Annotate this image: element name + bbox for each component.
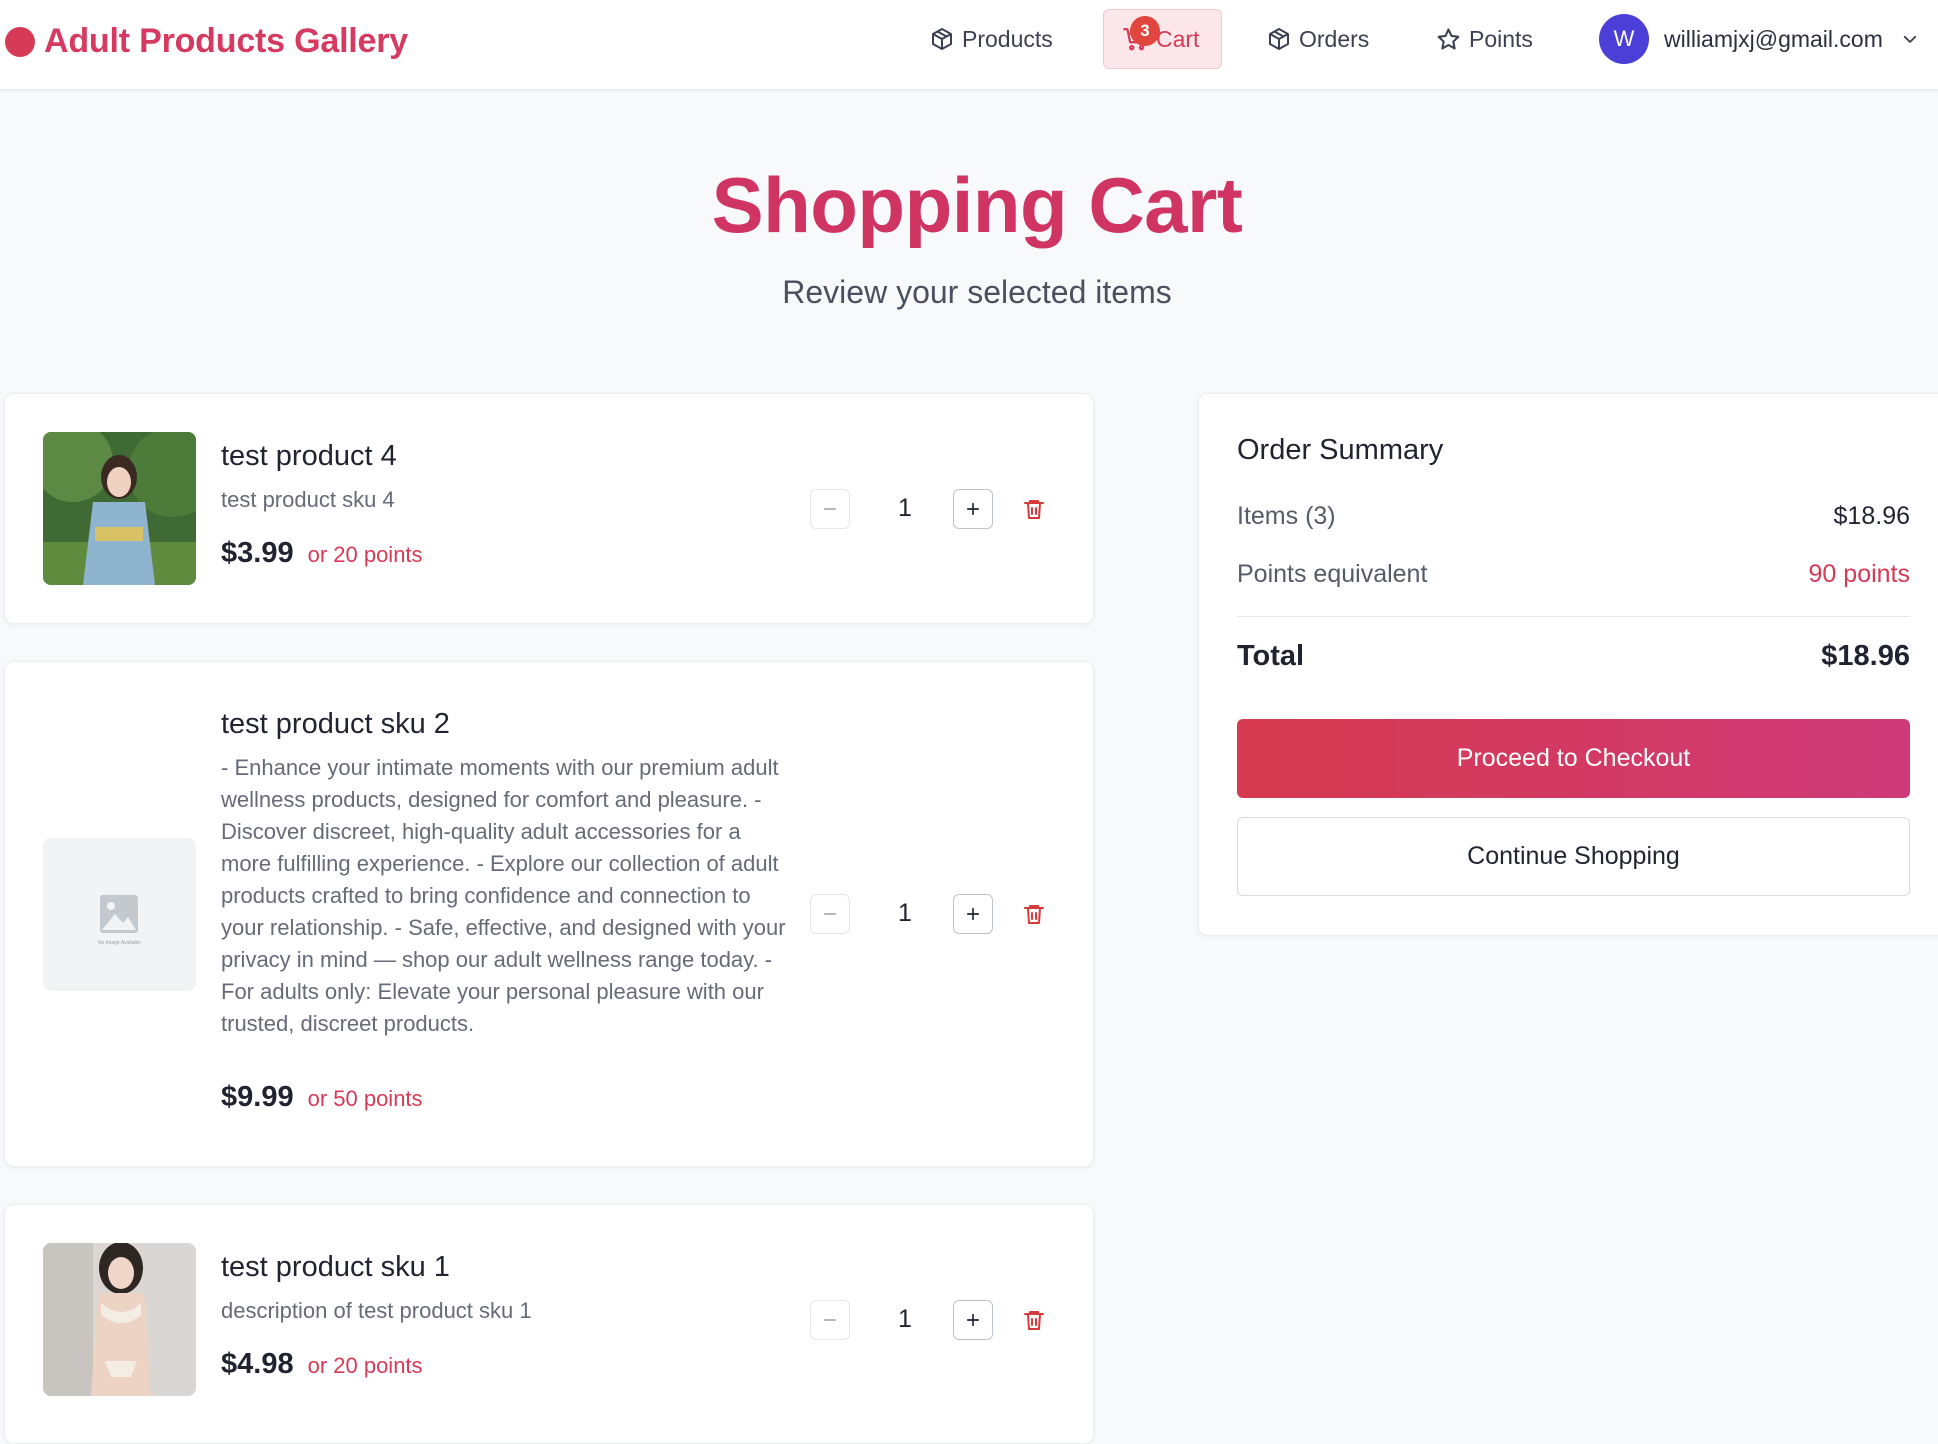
- total-value: $18.96: [1821, 640, 1910, 672]
- minus-icon: [824, 1319, 836, 1321]
- cart-count-badge: 3: [1130, 16, 1160, 46]
- cart-item: test product 4 test product sku 4 $3.99 …: [4, 393, 1094, 624]
- quantity-value: 1: [898, 494, 912, 522]
- remove-item-button[interactable]: [1017, 897, 1051, 931]
- summary-total-row: Total $18.96: [1237, 640, 1910, 673]
- product-description: - Enhance your intimate moments with our…: [221, 755, 786, 1036]
- price-value: $4.98: [221, 1348, 294, 1380]
- page-subtitle: Review your selected items: [782, 274, 1172, 310]
- nav-cart[interactable]: Cart 3: [1103, 9, 1222, 69]
- increase-quantity-button[interactable]: [953, 1300, 993, 1340]
- nav-points-label: Points: [1469, 25, 1533, 52]
- nav-products[interactable]: Products: [930, 9, 1053, 69]
- product-description: description of test product sku 1: [221, 1298, 532, 1323]
- price-points: or 20 points: [307, 1353, 423, 1378]
- page-title: Shopping Cart: [711, 161, 1243, 249]
- price-value: $3.99: [221, 537, 294, 569]
- price-value: $9.99: [221, 1081, 294, 1113]
- product-image[interactable]: [43, 1243, 196, 1396]
- package-icon: [1269, 28, 1289, 50]
- trash-icon: [1024, 1311, 1044, 1330]
- proceed-to-checkout-button[interactable]: Proceed to Checkout: [1237, 719, 1910, 798]
- increase-quantity-button[interactable]: [953, 894, 993, 934]
- brand[interactable]: Adult Products Gallery: [5, 22, 408, 61]
- nav-points[interactable]: Points: [1436, 9, 1533, 69]
- nav-products-label: Products: [962, 25, 1053, 52]
- quantity-value: 1: [898, 899, 912, 927]
- price-points: or 20 points: [307, 542, 423, 567]
- product-price: $3.99 or 20 points: [221, 537, 423, 570]
- decrease-quantity-button[interactable]: [810, 894, 850, 934]
- items-value: $18.96: [1833, 502, 1910, 530]
- product-price: $9.99 or 50 points: [221, 1081, 423, 1114]
- user-menu[interactable]: W williamjxj@gmail.com: [1599, 14, 1919, 64]
- minus-icon: [824, 508, 836, 510]
- continue-shopping-button[interactable]: Continue Shopping: [1237, 817, 1910, 896]
- top-navigation-bar: Adult Products Gallery Products Cart 3 O…: [0, 0, 1938, 90]
- trash-icon: [1024, 500, 1044, 519]
- points-label: Points equivalent: [1237, 560, 1428, 588]
- remove-item-button[interactable]: [1017, 1303, 1051, 1337]
- cart-item: No Image Available test product sku 2 - …: [4, 661, 1094, 1167]
- product-image[interactable]: [43, 432, 196, 585]
- increase-quantity-button[interactable]: [953, 489, 993, 529]
- nav-orders-label: Orders: [1299, 25, 1370, 52]
- decrease-quantity-button[interactable]: [810, 489, 850, 529]
- star-icon: [1437, 28, 1460, 49]
- image-placeholder-icon: No Image Available: [98, 895, 141, 946]
- summary-points-row: Points equivalent 90 points: [1237, 560, 1910, 589]
- summary-divider: [1237, 616, 1910, 617]
- brand-name: Adult Products Gallery: [44, 22, 409, 60]
- decrease-quantity-button[interactable]: [810, 1300, 850, 1340]
- user-email: williamjxj@gmail.com: [1664, 25, 1883, 52]
- plus-icon: [966, 907, 980, 921]
- summary-items-row: Items (3) $18.96: [1237, 502, 1910, 531]
- product-name[interactable]: test product sku 1: [221, 1251, 450, 1284]
- product-name[interactable]: test product sku 2: [221, 708, 450, 741]
- items-label: Items (3): [1237, 502, 1336, 530]
- total-label: Total: [1237, 640, 1305, 672]
- package-icon: [932, 28, 952, 50]
- plus-icon: [966, 1313, 980, 1327]
- points-value: 90 points: [1808, 560, 1910, 588]
- product-description: test product sku 4: [221, 487, 395, 512]
- nav-orders[interactable]: Orders: [1267, 9, 1369, 69]
- chevron-down-icon: [1903, 35, 1917, 43]
- product-name[interactable]: test product 4: [221, 440, 397, 473]
- nav-cart-label: Cart: [1156, 25, 1200, 52]
- product-price: $4.98 or 20 points: [221, 1348, 423, 1381]
- product-image-placeholder[interactable]: No Image Available: [43, 838, 196, 991]
- price-points: or 50 points: [307, 1086, 423, 1111]
- order-summary: Order Summary Items (3) $18.96 Points eq…: [1198, 393, 1938, 936]
- minus-icon: [824, 913, 836, 915]
- cart-item: test product sku 1 description of test p…: [4, 1204, 1094, 1444]
- plus-icon: [966, 502, 980, 516]
- order-summary-title: Order Summary: [1237, 434, 1444, 466]
- placeholder-text: No Image Available: [98, 940, 141, 946]
- trash-icon: [1024, 905, 1044, 924]
- remove-item-button[interactable]: [1017, 492, 1051, 526]
- avatar: W: [1599, 14, 1649, 64]
- brand-logo-icon: [5, 26, 35, 57]
- quantity-value: 1: [898, 1305, 912, 1333]
